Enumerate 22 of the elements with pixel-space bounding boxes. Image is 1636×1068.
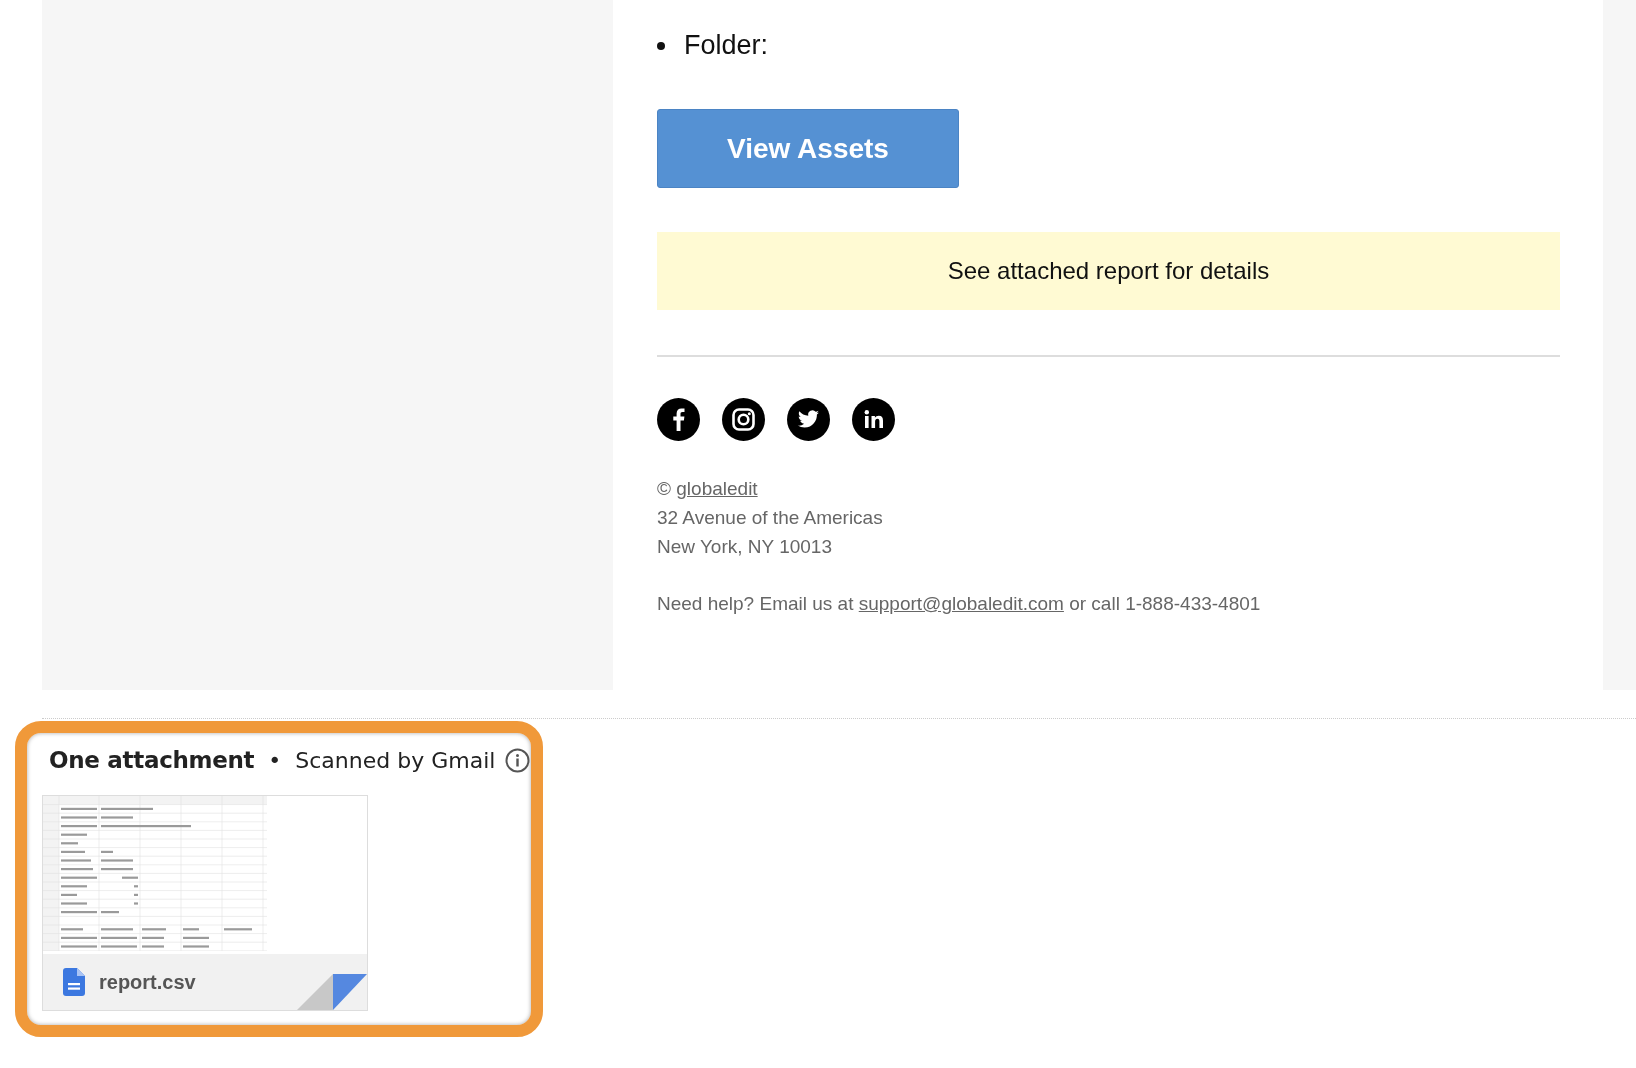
bird-icon[interactable] bbox=[787, 398, 830, 441]
attachment-thumbnail[interactable]: report.csv bbox=[42, 795, 368, 1011]
scan-note: Scanned by Gmail bbox=[295, 747, 496, 773]
email-link[interactable]: support@globaledit.com bbox=[858, 593, 1064, 614]
address-line: New York, NY 10013 bbox=[657, 535, 833, 559]
bullet-icon bbox=[657, 41, 665, 50]
copyright-text: © globaledit bbox=[657, 477, 759, 501]
linkedin-icon[interactable] bbox=[852, 398, 895, 441]
help-text: Need help? Email us at support@globaledit.com or call 1-888-433-4801 bbox=[657, 592, 1262, 616]
document-icon bbox=[63, 968, 85, 996]
separator-dot: • bbox=[268, 747, 282, 773]
facebook-icon[interactable] bbox=[657, 398, 700, 441]
info-icon[interactable] bbox=[505, 747, 531, 773]
folded-corner-icon bbox=[297, 974, 367, 1010]
company-link[interactable]: globaledit bbox=[676, 478, 758, 499]
list-item-text: Folder: bbox=[684, 30, 769, 61]
attachment-count: One attachment bbox=[49, 747, 255, 773]
file-name: report.csv bbox=[99, 970, 196, 994]
view-assets-button[interactable]: View Assets bbox=[657, 109, 959, 188]
instagram-icon[interactable] bbox=[722, 398, 765, 441]
notice-banner: See attached report for details bbox=[657, 232, 1560, 310]
address-line: 32 Avenue of the Americas bbox=[657, 506, 884, 530]
